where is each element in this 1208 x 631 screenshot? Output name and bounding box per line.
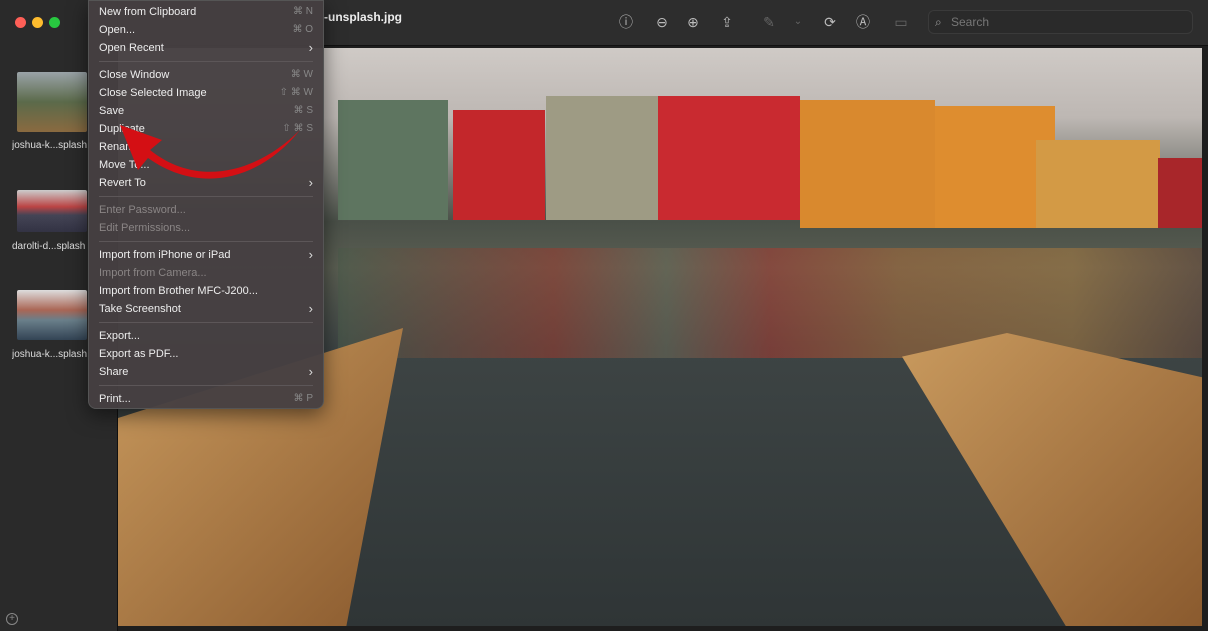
thumbnail-label: darolti-d...splash (12, 241, 86, 252)
thumbnail-label: joshua-k...splash (12, 140, 88, 151)
chevron-right-icon: › (308, 247, 313, 262)
search-icon: ⌕ (935, 15, 942, 29)
shortcut-label: ⇧ ⌘ W (279, 87, 313, 98)
house (453, 110, 545, 220)
house (800, 100, 935, 228)
menu-item-label: Print... (99, 393, 131, 405)
search-input[interactable]: ⌕ Search (928, 10, 1193, 34)
menu-item-new-from-clipboard[interactable]: New from Clipboard ⌘ N (89, 3, 323, 21)
menu-item-import-from-camera: Import from Camera... (89, 264, 323, 282)
menu-item-import-from-iphone-or-ipad[interactable]: Import from iPhone or iPad › (89, 246, 323, 264)
menu-item-export-as-pdf[interactable]: Export as PDF... (89, 345, 323, 363)
menu-item-open[interactable]: Open... ⌘ O (89, 21, 323, 39)
plus-circle-icon[interactable]: + (6, 613, 18, 625)
chevron-right-icon: › (308, 40, 313, 55)
menu-item-label: Close Selected Image (99, 87, 207, 99)
menu-item-label: Edit Permissions... (99, 222, 191, 234)
wooden-dock (902, 333, 1202, 626)
zoom-out-icon[interactable]: ⊖ (652, 12, 672, 32)
menu-item-close-window[interactable]: Close Window ⌘ W (89, 66, 323, 84)
info-icon[interactable]: ⓘ (616, 12, 636, 32)
menu-separator (99, 61, 313, 62)
annotation-arrow (120, 125, 300, 179)
file-menu: New from Clipboard ⌘ N Open... ⌘ O Open Rece… (88, 0, 324, 409)
share-icon[interactable]: ⇪ (717, 12, 737, 32)
menu-item-print[interactable]: Print... ⌘ P (89, 390, 323, 408)
chevron-down-icon[interactable]: ⌄ (788, 12, 808, 32)
shortcut-label: ⌘ O (292, 24, 313, 35)
thumbnail-3[interactable] (17, 290, 87, 340)
menu-item-import-from-brother-mfc-j200[interactable]: Import from Brother MFC-J200... (89, 282, 323, 300)
house (1036, 140, 1160, 228)
menu-item-export[interactable]: Export... (89, 327, 323, 345)
menu-item-label: Take Screenshot (99, 303, 181, 315)
zoom-window-button[interactable] (49, 17, 60, 28)
thumbnail-1[interactable] (17, 72, 87, 132)
menu-item-edit-permissions: Edit Permissions... (89, 219, 323, 237)
menu-separator (99, 385, 313, 386)
chevron-right-icon: › (308, 301, 313, 316)
reflection (338, 248, 1202, 358)
chevron-right-icon: › (308, 364, 313, 379)
menu-item-label: Export as PDF... (99, 348, 179, 360)
shortcut-label: ⌘ N (293, 6, 313, 17)
search-placeholder: Search (951, 15, 990, 29)
menu-item-share[interactable]: Share › (89, 363, 323, 381)
menu-item-label: Open... (99, 24, 136, 36)
menu-item-label: Export... (99, 330, 140, 342)
thumbnail-label: joshua-k...splash (12, 349, 88, 360)
shortcut-label: ⌘ P (293, 393, 313, 404)
menu-item-label: New from Clipboard (99, 6, 197, 18)
markup-pen-icon[interactable]: ✎ (759, 12, 779, 32)
minimize-window-button[interactable] (32, 17, 43, 28)
house (338, 100, 448, 220)
menu-item-close-selected-image[interactable]: Close Selected Image ⇧ ⌘ W (89, 84, 323, 102)
house (546, 96, 658, 220)
menu-item-label: Open Recent (99, 42, 164, 54)
house (1158, 158, 1202, 228)
menu-separator (99, 241, 313, 242)
markup-icon[interactable]: Ⓐ (853, 12, 873, 32)
window-title: -unsplash.jpg (324, 10, 402, 24)
menu-item-label: Import from Camera... (99, 267, 207, 279)
signature-icon[interactable]: ▭ (891, 12, 911, 32)
menu-item-take-screenshot[interactable]: Take Screenshot › (89, 300, 323, 318)
menu-item-label: Enter Password... (99, 204, 186, 216)
zoom-in-icon[interactable]: ⊕ (683, 12, 703, 32)
menu-item-enter-password: Enter Password... (89, 201, 323, 219)
menu-separator (99, 196, 313, 197)
house (658, 96, 800, 220)
thumbnail-2[interactable] (17, 190, 87, 232)
menu-separator (99, 322, 313, 323)
close-window-button[interactable] (15, 17, 26, 28)
menu-item-open-recent[interactable]: Open Recent › (89, 39, 323, 57)
menu-item-label: Close Window (99, 69, 170, 81)
menu-item-label: Import from Brother MFC-J200... (99, 285, 258, 297)
menu-item-label: Share (99, 366, 129, 378)
rotate-icon[interactable]: ⟳ (820, 12, 840, 32)
shortcut-label: ⌘ W (290, 69, 313, 80)
menu-item-label: Import from iPhone or iPad (99, 249, 231, 261)
